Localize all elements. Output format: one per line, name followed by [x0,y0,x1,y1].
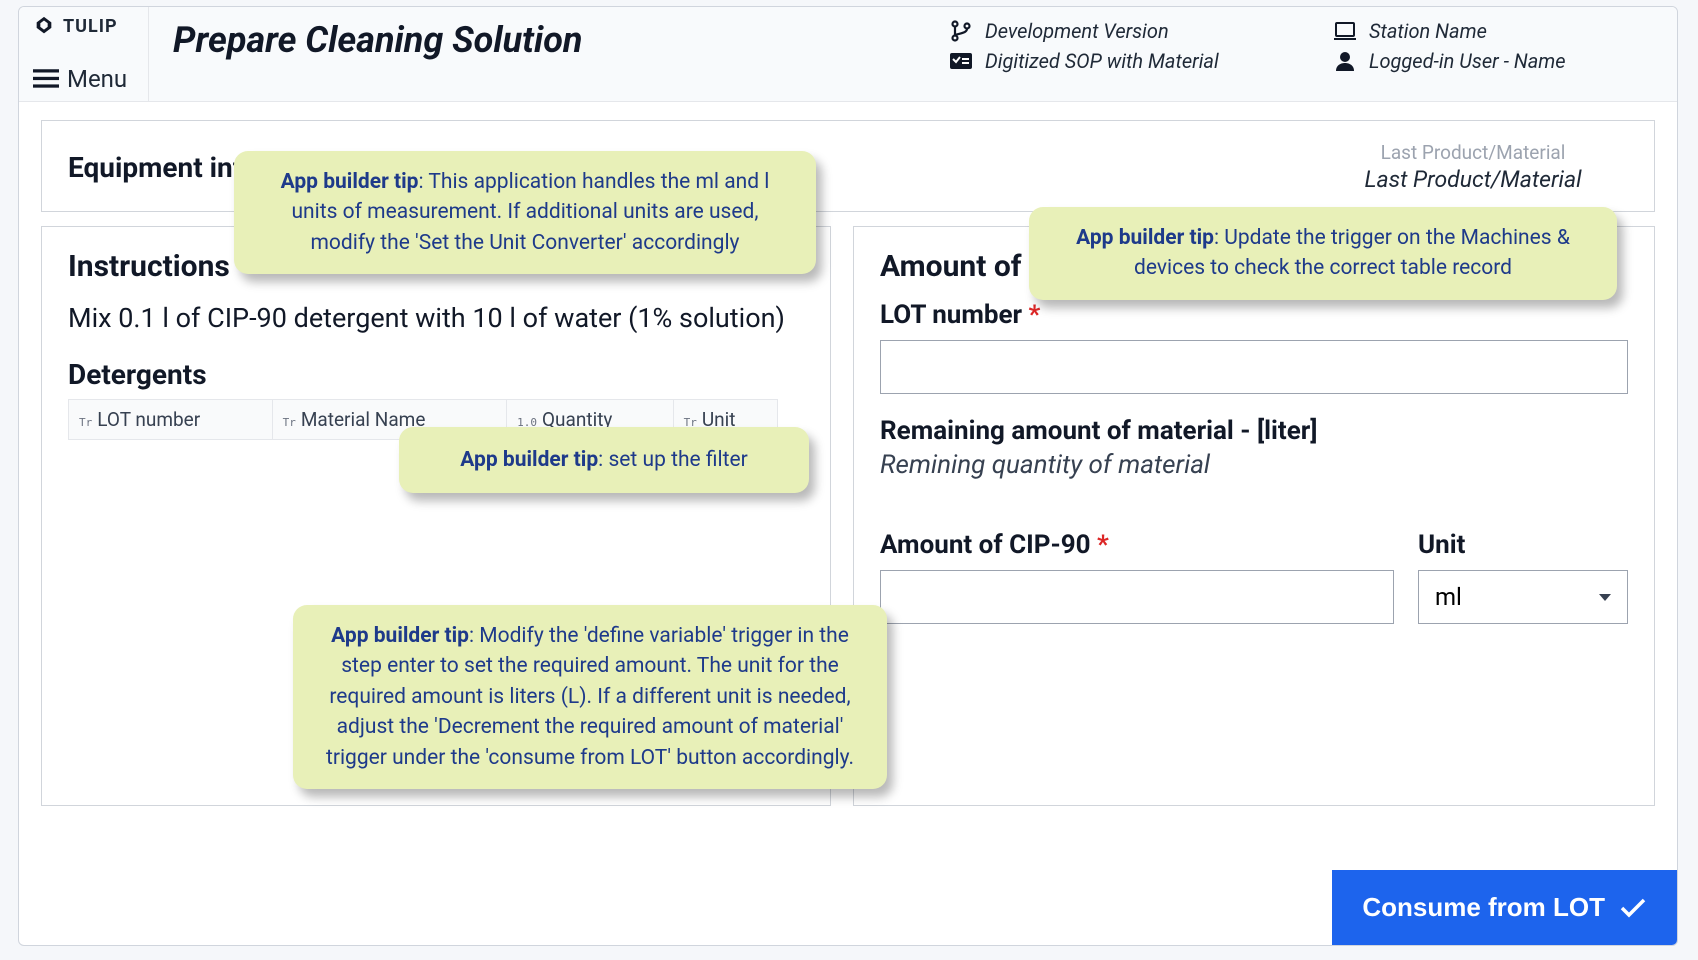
amount-input[interactable] [880,570,1394,624]
user-icon [1333,49,1357,73]
branch-icon [949,19,973,43]
consume-button-label: Consume from LOT [1362,892,1605,923]
equipment-last-product: Last Product/Material Last Product/Mater… [1318,141,1628,193]
brand-menu-area: TULIP Menu [19,7,149,101]
unit-label: Unit [1418,530,1628,560]
lot-number-input[interactable] [880,340,1628,394]
lot-number-label: LOT number * [880,300,1628,330]
remaining-label: Remaining amount of material - [liter] [880,416,1628,446]
amount-row: Amount of CIP-90 * Unit ml [880,524,1628,646]
hamburger-icon [33,69,59,89]
unit-select-value: ml [1435,583,1462,611]
tip-units: App builder tip: This application handle… [234,151,816,274]
detergents-title: Detergents [68,358,804,391]
instruction-body: Mix 0.1 l of CIP-90 detergent with 10 l … [68,300,804,338]
brand-logo: TULIP [33,15,136,37]
meta-version: Development Version [949,19,1309,43]
checklist-icon [949,49,973,73]
last-product-value: Last Product/Material [1318,166,1628,193]
amount-column: Amount of CIP-90 * [880,524,1394,646]
topbar: TULIP Menu Prepare Cleaning Solution Dev… [19,7,1677,102]
required-star: * [1029,300,1041,330]
last-product-label: Last Product/Material [1318,141,1628,164]
meta-station: Station Name [1333,19,1653,43]
amount-label: Amount of CIP-90 * [880,530,1394,560]
chevron-down-icon [1599,594,1611,601]
tip-trigger: App builder tip: Update the trigger on t… [1029,207,1617,300]
tulip-icon [33,15,55,37]
app-frame: TULIP Menu Prepare Cleaning Solution Dev… [18,6,1678,946]
consumption-panel: Amount of CIP-90 used LOT number * Remai… [853,226,1655,806]
remaining-value: Remining quantity of material [880,450,1628,480]
unit-column: Unit ml [1418,524,1628,624]
meta-sop: Digitized SOP with Material [949,49,1309,73]
meta-user: Logged-in User - Name [1333,49,1653,73]
laptop-icon [1333,19,1357,43]
title-area: Prepare Cleaning Solution [149,7,937,73]
page-title: Prepare Cleaning Solution [173,19,582,61]
unit-select[interactable]: ml [1418,570,1628,624]
header-meta: Development Version Station Name Digitiz… [937,7,1677,81]
col-lot[interactable]: TrLOT number [69,399,273,439]
consume-from-lot-button[interactable]: Consume from LOT [1332,870,1677,945]
menu-button[interactable]: Menu [33,65,136,93]
required-star: * [1097,530,1109,560]
check-icon [1619,897,1647,919]
tip-define-variable: App builder tip: Modify the 'define vari… [293,605,887,789]
brand-text: TULIP [63,16,118,37]
tip-filter: App builder tip: set up the filter [399,427,809,493]
menu-label: Menu [67,65,127,93]
